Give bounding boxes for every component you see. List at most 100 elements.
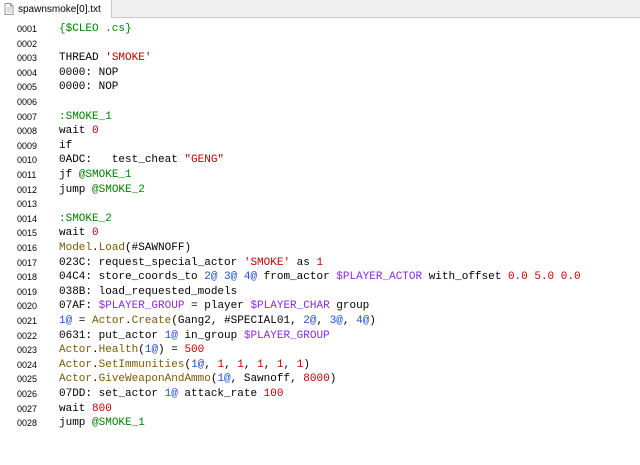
code-line[interactable]: 0002 bbox=[0, 37, 640, 51]
line-number: 0019 bbox=[17, 286, 38, 297]
code-token: ) bbox=[303, 358, 310, 371]
code-line[interactable]: 0013 bbox=[0, 197, 640, 211]
code-token: 0 bbox=[92, 125, 99, 138]
code-line[interactable]: 0009 if bbox=[0, 139, 640, 153]
tab-bar: spawnsmoke[0].txt bbox=[0, 0, 640, 18]
tab-spawnsmoke[interactable]: spawnsmoke[0].txt bbox=[0, 0, 112, 18]
code-token: group bbox=[329, 300, 370, 313]
code-editor[interactable]: 0001 {$CLEO .cs} 0002 0003 THREAD 'SMOKE' 000… bbox=[0, 18, 640, 465]
line-number: 0012 bbox=[17, 184, 38, 195]
code-line[interactable]: 0007 :SMOKE_1 bbox=[0, 110, 640, 124]
code-token: Actor bbox=[59, 344, 93, 357]
code-line[interactable]: 0019 038B: load_requested_models bbox=[0, 285, 640, 299]
code-text: wait 0 bbox=[59, 226, 99, 240]
code-token: 100 bbox=[263, 388, 284, 400]
line-number: 0028 bbox=[17, 418, 38, 429]
code-line[interactable]: 0025 Actor.GiveWeaponAndAmmo(1@, Sawnoff,… bbox=[0, 372, 640, 386]
code-line[interactable]: 0022 0631: put_actor 1@ in_group $PLAYER_… bbox=[0, 329, 640, 343]
code-token: 1@ bbox=[191, 358, 205, 371]
code-token: (Gang2, bbox=[171, 315, 225, 327]
code-line[interactable]: 0003 THREAD 'SMOKE' bbox=[0, 51, 640, 65]
code-token: = bbox=[72, 315, 93, 327]
code-token: 1 bbox=[237, 358, 244, 371]
code-text: 0000: NOP bbox=[59, 80, 118, 94]
code-line[interactable]: 0028 jump @SMOKE_1 bbox=[0, 416, 640, 430]
line-number: 0020 bbox=[17, 301, 38, 312]
code-line[interactable]: 0021 1@ = Actor.Create(Gang2, #SPECIAL01,… bbox=[0, 314, 640, 328]
code-token: $PLAYER_CHAR bbox=[250, 300, 330, 313]
code-token: Actor bbox=[59, 373, 93, 386]
code-text: Actor.SetImmunities(1@, 1, 1, 1, 1, 1) bbox=[59, 358, 310, 372]
code-line[interactable]: 0005 0000: NOP bbox=[0, 80, 640, 94]
code-token: , Sawnoff, bbox=[230, 373, 304, 386]
code-token: 'SMOKE' bbox=[105, 52, 152, 65]
code-line[interactable]: 0006 bbox=[0, 95, 640, 109]
code-text: :SMOKE_1 bbox=[59, 110, 112, 124]
line-number: 0011 bbox=[17, 170, 37, 180]
code-text: 0ADC: test_cheat "GENG" bbox=[59, 153, 224, 167]
code-line[interactable]: 0016 Model.Load(#SAWNOFF) bbox=[0, 241, 640, 255]
code-token: 0ADC: test_cheat bbox=[59, 154, 185, 167]
code-token: @SMOKE_1 bbox=[78, 169, 132, 181]
code-line[interactable]: 0004 0000: NOP bbox=[0, 66, 640, 80]
code-token: Load bbox=[98, 242, 126, 254]
line-number: 0013 bbox=[17, 199, 38, 210]
code-line[interactable]: 0026 07DD: set_actor 1@ attack_rate 100 bbox=[0, 387, 640, 401]
code-line[interactable]: 0017 023C: request_special_actor 'SMOKE' … bbox=[0, 256, 640, 270]
code-line[interactable]: 0012 jump @SMOKE_2 bbox=[0, 183, 640, 197]
code-text: :SMOKE_2 bbox=[59, 212, 112, 226]
code-line[interactable]: 0020 07AF: $PLAYER_GROUP = player $PLAYER… bbox=[0, 299, 640, 313]
code-token: jf bbox=[59, 169, 79, 181]
code-token: $PLAYER_ACTOR bbox=[336, 271, 423, 284]
code-token: THREAD bbox=[59, 52, 106, 65]
line-number: 0025 bbox=[17, 374, 38, 385]
code-token: 0631: put_actor bbox=[59, 329, 165, 342]
code-token: ) = bbox=[158, 344, 185, 357]
code-token: 038B: load_requested_models bbox=[59, 285, 238, 298]
code-token: #SPECIAL01 bbox=[224, 315, 291, 327]
line-number: 0017 bbox=[17, 257, 38, 268]
code-token: :SMOKE_2 bbox=[59, 212, 112, 225]
code-text: 0631: put_actor 1@ in_group $PLAYER_GROU… bbox=[59, 329, 330, 343]
line-number: 0015 bbox=[17, 228, 38, 239]
code-line[interactable]: 0008 wait 0 bbox=[0, 124, 640, 138]
code-token: , bbox=[283, 358, 297, 371]
code-token: Model bbox=[59, 242, 93, 254]
line-number: 0005 bbox=[17, 82, 38, 93]
code-token: , bbox=[316, 315, 330, 327]
code-token: = player bbox=[184, 300, 251, 313]
code-token: 1@ bbox=[164, 329, 178, 342]
code-text: {$CLEO .cs} bbox=[59, 22, 132, 36]
code-token: , bbox=[342, 315, 357, 327]
code-line[interactable]: 0015 wait 0 bbox=[0, 226, 640, 240]
line-number: 0003 bbox=[17, 53, 38, 64]
code-text: Model.Load(#SAWNOFF) bbox=[59, 241, 191, 255]
code-text: 04C4: store_coords_to 2@ 3@ 4@ from_acto… bbox=[59, 270, 581, 284]
code-text: Actor.GiveWeaponAndAmmo(1@, Sawnoff, 800… bbox=[59, 372, 336, 386]
code-token: {$CLEO .cs} bbox=[59, 23, 132, 35]
code-token: 1 bbox=[276, 358, 284, 371]
code-token: 1@ bbox=[59, 315, 73, 327]
code-token: 1@ bbox=[164, 388, 178, 400]
line-number: 0021 bbox=[17, 316, 38, 326]
code-line[interactable]: 0018 04C4: store_coords_to 2@ 3@ 4@ from_… bbox=[0, 270, 640, 284]
code-token: 0000: NOP bbox=[59, 66, 119, 79]
code-text: 07AF: $PLAYER_GROUP = player $PLAYER_CHA… bbox=[59, 299, 369, 313]
code-token: (#SAWNOFF) bbox=[125, 242, 192, 254]
code-text: 07DD: set_actor 1@ attack_rate 100 bbox=[59, 387, 283, 401]
line-number: 0008 bbox=[17, 126, 38, 137]
code-token: wait bbox=[59, 125, 93, 138]
line-number: 0007 bbox=[17, 111, 38, 122]
text-file-icon bbox=[4, 3, 14, 15]
code-line[interactable]: 0024 Actor.SetImmunities(1@, 1, 1, 1, 1, … bbox=[0, 358, 640, 372]
code-token: from_actor bbox=[257, 271, 337, 284]
code-token: 2@ bbox=[303, 315, 317, 327]
code-token: @SMOKE_2 bbox=[92, 183, 145, 196]
line-number: 0024 bbox=[17, 359, 38, 370]
code-line[interactable]: 0010 0ADC: test_cheat "GENG" bbox=[0, 153, 640, 167]
code-line[interactable]: 0027 wait 800 bbox=[0, 402, 640, 416]
code-line[interactable]: 0001 {$CLEO .cs} bbox=[0, 22, 640, 36]
code-line[interactable]: 0011 jf @SMOKE_1 bbox=[0, 168, 640, 182]
code-line[interactable]: 0023 Actor.Health(1@) = 500 bbox=[0, 343, 640, 357]
code-line[interactable]: 0014:SMOKE_2 bbox=[0, 212, 640, 226]
